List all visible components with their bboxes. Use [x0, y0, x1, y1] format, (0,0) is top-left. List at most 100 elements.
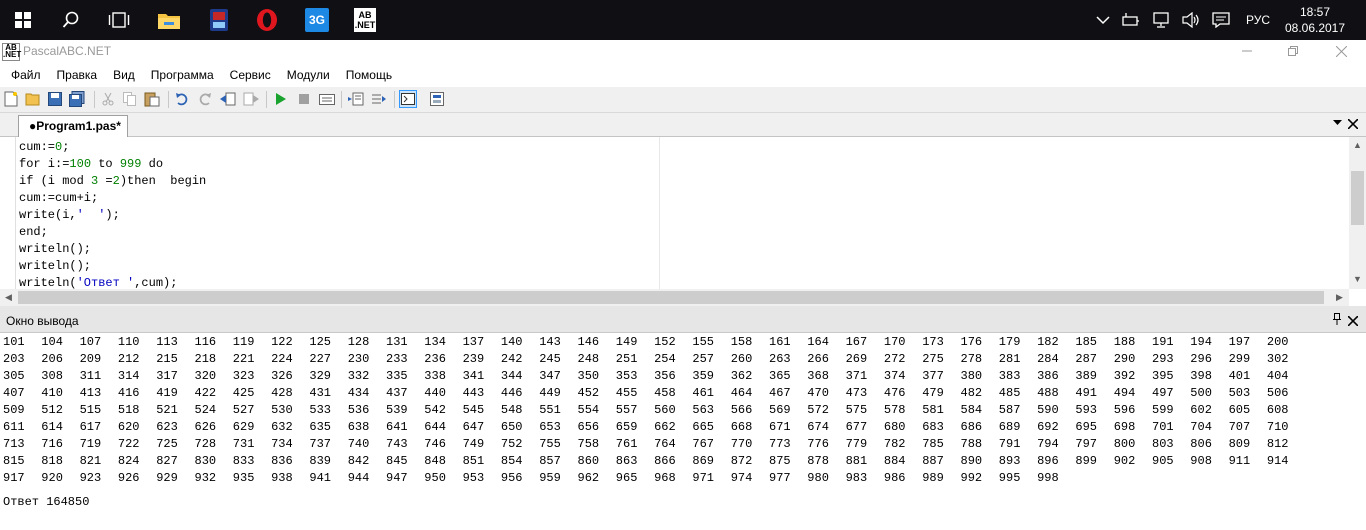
copy-button[interactable] [121, 90, 139, 108]
navigate-forward-button[interactable] [242, 90, 260, 108]
output-value: 740 [347, 437, 370, 451]
navigate-back-icon [220, 92, 236, 106]
scroll-down-arrow-icon[interactable]: ▼ [1353, 274, 1362, 284]
output-value: 230 [347, 352, 370, 366]
output-value: 713 [3, 437, 25, 451]
language-indicator[interactable]: РУС [1236, 0, 1280, 40]
output-value: 398 [1190, 369, 1212, 383]
output-value: 512 [41, 403, 63, 417]
compile-button[interactable] [318, 90, 336, 108]
clock-date: 08.06.2017 [1284, 21, 1346, 35]
output-value: 695 [1075, 420, 1097, 434]
output-value: 377 [922, 369, 944, 383]
output-value: 911 [1228, 454, 1251, 468]
output-value: 104 [41, 335, 63, 349]
output-value: 812 [1266, 437, 1289, 451]
clock[interactable]: 18:57 08.06.2017 [1280, 0, 1350, 40]
menu-view[interactable]: Вид [105, 63, 143, 87]
code-line: writeln(); [19, 242, 92, 256]
close-tab-button[interactable] [1347, 115, 1359, 133]
output-value: 401 [1228, 369, 1251, 383]
output-value: 374 [883, 369, 906, 383]
code-text[interactable]: cum:=0; for i:=100 to 999 do if (i mod 3 =… [19, 139, 1349, 289]
code-editor[interactable]: cum:=0; for i:=100 to 999 do if (i mod 3 =… [0, 137, 1366, 289]
start-button[interactable] [0, 0, 46, 40]
step-button[interactable] [370, 90, 388, 108]
close-window-button[interactable] [1318, 40, 1364, 62]
minimize-button[interactable] [1224, 40, 1270, 62]
paste-button[interactable] [143, 90, 161, 108]
output-value: 101 [3, 335, 25, 349]
new-file-button[interactable] [2, 90, 20, 108]
3g-modem-icon: 3G [305, 8, 329, 32]
undo-button[interactable] [173, 90, 191, 108]
menu-file[interactable]: Файл [0, 63, 49, 87]
format-code-button[interactable] [347, 90, 365, 108]
output-value: 668 [730, 420, 753, 434]
3g-modem-button[interactable]: 3G [294, 0, 340, 40]
action-center-button[interactable] [1206, 0, 1236, 40]
output-value: 704 [1190, 420, 1212, 434]
output-text[interactable]: Ответ 164850 101 104 107 110 113 116 119 122 125… [0, 333, 1366, 530]
editor-vertical-scroll-thumb[interactable] [1351, 171, 1364, 225]
output-value: 854 [500, 454, 523, 468]
debug-window-button[interactable] [428, 90, 446, 108]
tab-list-button[interactable] [1333, 118, 1342, 129]
volume-tray-button[interactable] [1176, 0, 1206, 40]
cut-button[interactable] [99, 90, 117, 108]
close-output-button[interactable] [1347, 311, 1359, 331]
output-value: 920 [41, 471, 63, 485]
tab-program1[interactable]: ●Program1.pas* [18, 115, 128, 137]
stop-button[interactable] [295, 90, 313, 108]
output-value: 491 [1075, 386, 1097, 400]
output-value: 356 [654, 369, 676, 383]
editor-horizontal-scrollbar[interactable]: ◀ ▶ [0, 289, 1349, 306]
task-view-button[interactable] [96, 0, 142, 40]
pascalabc-taskbar-button[interactable]: AB .NET [342, 0, 388, 40]
output-value: 503 [1228, 386, 1251, 400]
menu-edit[interactable]: Правка [49, 63, 106, 87]
file-explorer-button[interactable] [146, 0, 192, 40]
save-all-button[interactable] [68, 90, 86, 108]
menu-help[interactable]: Помощь [338, 63, 400, 87]
menu-program[interactable]: Программа [143, 63, 222, 87]
opera-button[interactable] [244, 0, 290, 40]
media-app-button[interactable] [196, 0, 242, 40]
redo-button[interactable] [196, 90, 214, 108]
output-value: 593 [1075, 403, 1097, 417]
output-value: 797 [1075, 437, 1097, 451]
editor-horizontal-scroll-thumb[interactable] [18, 291, 1324, 304]
output-value: 896 [1037, 454, 1059, 468]
output-value: 608 [1266, 403, 1289, 417]
show-hidden-icons-button[interactable] [1090, 0, 1116, 40]
output-value: 395 [1152, 369, 1174, 383]
modem-tray-button[interactable] [1116, 0, 1146, 40]
editor-vertical-scrollbar[interactable]: ▲ ▼ [1349, 137, 1366, 289]
output-value: 464 [730, 386, 753, 400]
output-value: 839 [309, 454, 331, 468]
run-button[interactable] [272, 90, 290, 108]
output-value: 758 [577, 437, 600, 451]
output-window-toggle[interactable] [399, 90, 417, 108]
scroll-left-arrow-icon[interactable]: ◀ [5, 292, 12, 303]
network-tray-button[interactable] [1146, 0, 1176, 40]
output-value: 665 [692, 420, 714, 434]
code-line: for i:=100 to 999 do [19, 157, 164, 171]
output-value: 986 [883, 471, 906, 485]
pin-panel-button[interactable] [1332, 313, 1342, 328]
output-value: 908 [1190, 454, 1212, 468]
save-button[interactable] [46, 90, 64, 108]
scroll-up-arrow-icon[interactable]: ▲ [1353, 140, 1362, 150]
menu-service[interactable]: Сервис [222, 63, 279, 87]
scroll-right-arrow-icon[interactable]: ▶ [1336, 292, 1343, 303]
output-value: 254 [654, 352, 676, 366]
menu-modules[interactable]: Модули [279, 63, 338, 87]
output-value: 863 [615, 454, 638, 468]
task-view-icon [108, 12, 130, 28]
play-icon [276, 93, 286, 105]
navigate-back-button[interactable] [219, 90, 237, 108]
open-file-button[interactable] [24, 90, 42, 108]
undo-icon [176, 93, 188, 106]
restore-button[interactable] [1270, 40, 1316, 62]
search-button[interactable] [48, 0, 94, 40]
